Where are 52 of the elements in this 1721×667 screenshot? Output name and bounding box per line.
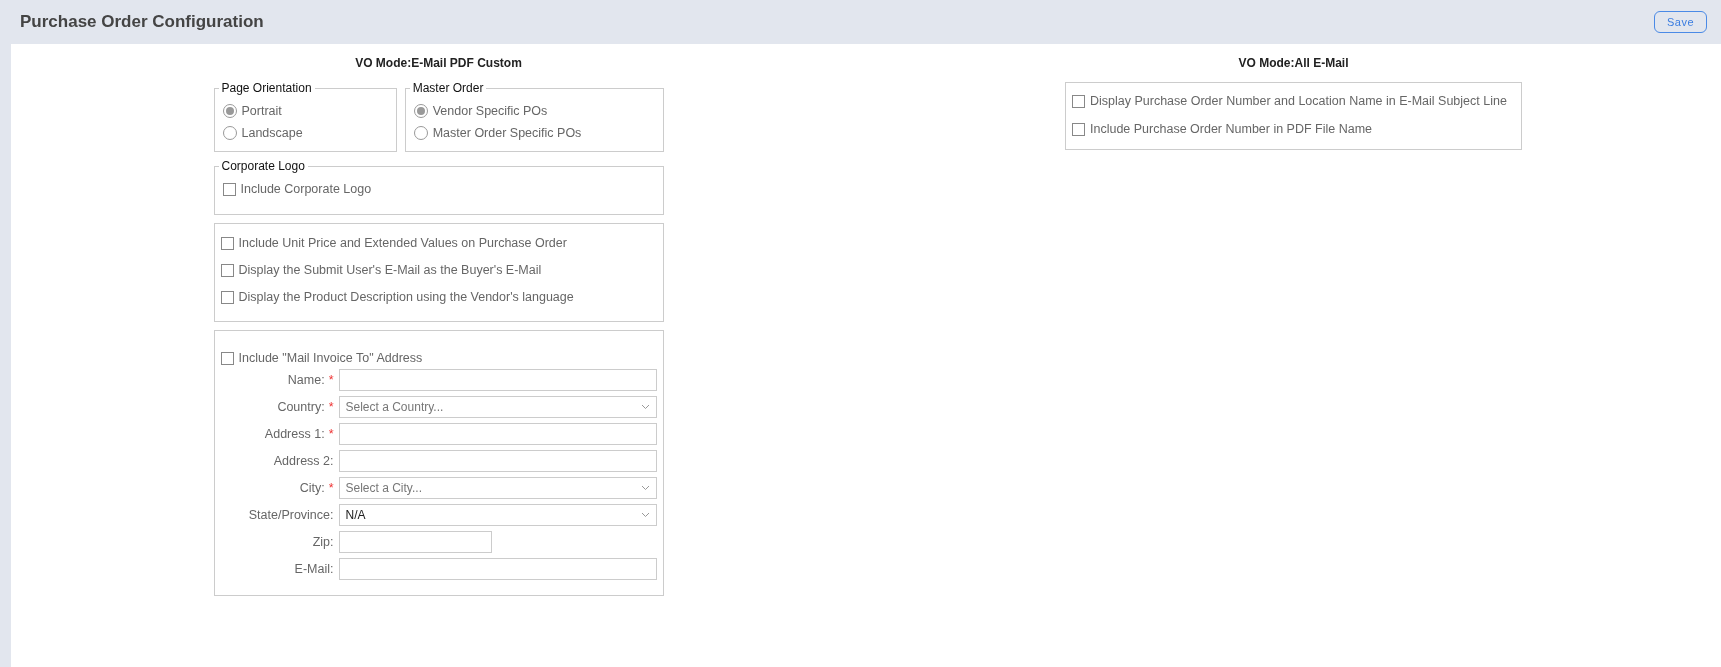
option-label: Include "Mail Invoice To" Address [238, 349, 423, 367]
input-field[interactable] [338, 423, 657, 445]
option-label: Landscape [241, 124, 303, 142]
field-label: Zip: [312, 533, 334, 551]
group-legend: Master Order [409, 82, 487, 94]
radio-button[interactable] [413, 104, 428, 118]
field-label: Country: [277, 398, 325, 416]
field-label: E-Mail: [294, 560, 334, 578]
save-button[interactable]: Save [1653, 10, 1707, 34]
field-label: City: [299, 479, 325, 497]
checkbox[interactable] [220, 237, 234, 250]
option-label: Vendor Specific POs [432, 102, 548, 120]
required-mark: * [328, 371, 334, 389]
option-label: Master Order Specific POs [432, 124, 582, 142]
required-mark: * [328, 479, 334, 497]
section-title: VO Mode:E-Mail PDF Custom [354, 55, 523, 72]
option-label: Display the Submit User's E-Mail as the Buyer's E-Mail [238, 262, 542, 280]
radio-button[interactable] [222, 104, 237, 118]
checkbox[interactable] [220, 351, 234, 365]
field-label: Address 2: [273, 452, 334, 470]
field-label: State/Province: [248, 506, 334, 524]
option-label: Display the Product Description using the Vendor's language [238, 289, 574, 307]
radio-button[interactable] [413, 126, 428, 140]
option-label: Include Corporate Logo [240, 180, 372, 198]
section-title: VO Mode:All E-Mail [1237, 55, 1350, 72]
option-label: Display Purchase Order Number and Location Name in E-Mail Subject Line [1090, 92, 1507, 110]
checkbox[interactable] [1072, 94, 1085, 108]
checkbox[interactable] [220, 291, 234, 304]
page-title: Purchase Order Configuration [20, 11, 264, 34]
radio-button[interactable] [222, 126, 237, 140]
input-field[interactable] [338, 450, 657, 472]
required-mark: * [328, 425, 334, 443]
required-mark: * [328, 398, 334, 416]
dropdown-field[interactable]: Select a City... [338, 477, 657, 499]
input-field[interactable] [338, 531, 492, 553]
checkbox[interactable] [1072, 122, 1085, 136]
dropdown-field[interactable]: N/A [338, 504, 657, 526]
chevron-down-icon [640, 404, 650, 410]
chevron-down-icon [640, 512, 650, 518]
option-label: Include Unit Price and Extended Values on Purchase Order [238, 235, 567, 253]
option-label: Portrait [241, 102, 282, 120]
checkbox[interactable] [222, 182, 236, 196]
dropdown-field[interactable]: Select a Country... [338, 396, 657, 418]
option-label: Include Purchase Order Number in PDF File Name [1090, 120, 1373, 138]
input-field[interactable] [338, 369, 657, 391]
field-label: Address 1: [264, 425, 325, 443]
field-label: Name: [287, 371, 325, 389]
group-legend: Page Orientation [218, 82, 315, 94]
chevron-down-icon [640, 485, 650, 491]
group-legend: Corporate Logo [218, 160, 308, 172]
checkbox[interactable] [220, 264, 234, 277]
input-field[interactable] [338, 558, 657, 580]
